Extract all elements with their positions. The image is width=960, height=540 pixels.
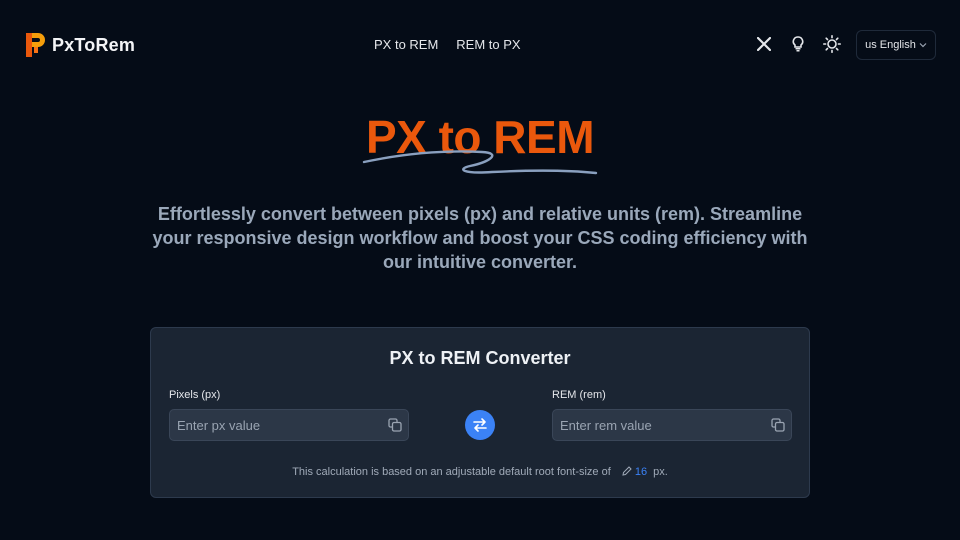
rem-field <box>552 409 792 441</box>
logo-text: PxToRem <box>52 34 136 55</box>
note-text: This calculation is based on an adjustab… <box>292 466 611 478</box>
swap-button[interactable] <box>465 410 495 440</box>
converter-card: PX to REM Converter Pixels (px) REM (rem… <box>150 327 810 498</box>
px-field <box>169 409 409 441</box>
swap-arrows-icon <box>473 418 487 432</box>
copy-icon[interactable] <box>771 418 785 432</box>
chevron-down-icon <box>919 43 927 48</box>
lightbulb-icon[interactable] <box>788 34 808 54</box>
logo[interactable]: PxToRem <box>26 33 135 57</box>
logo-icon <box>26 33 45 57</box>
rem-input[interactable] <box>553 410 763 440</box>
language-select[interactable]: us English <box>856 30 936 60</box>
root-font-note: This calculation is based on an adjustab… <box>151 466 809 478</box>
root-font-size-value[interactable]: 16 <box>635 466 647 478</box>
hero-subtitle: Effortlessly convert between pixels (px)… <box>152 204 808 272</box>
flag-label: us <box>865 39 877 51</box>
px-input[interactable] <box>170 410 380 440</box>
px-label: Pixels (px) <box>169 389 221 401</box>
rem-label: REM (rem) <box>552 389 606 401</box>
nav-rem-to-px[interactable]: REM to PX <box>456 37 520 52</box>
main-nav: PX to REM REM to PX <box>374 37 521 52</box>
site-header: PxToRem PX to REM REM to PX us English <box>0 0 960 90</box>
hero: PX to REM <box>0 110 960 180</box>
sun-icon[interactable] <box>822 34 842 54</box>
copy-icon[interactable] <box>388 418 402 432</box>
pencil-icon[interactable] <box>622 466 632 476</box>
x-twitter-icon[interactable] <box>754 34 774 54</box>
header-icons <box>754 34 842 54</box>
underline-swoosh <box>362 150 598 175</box>
converter-title: PX to REM Converter <box>389 348 571 368</box>
unit-label: px. <box>653 466 668 478</box>
nav-px-to-rem[interactable]: PX to REM <box>374 37 438 52</box>
language-label: English <box>879 39 916 51</box>
